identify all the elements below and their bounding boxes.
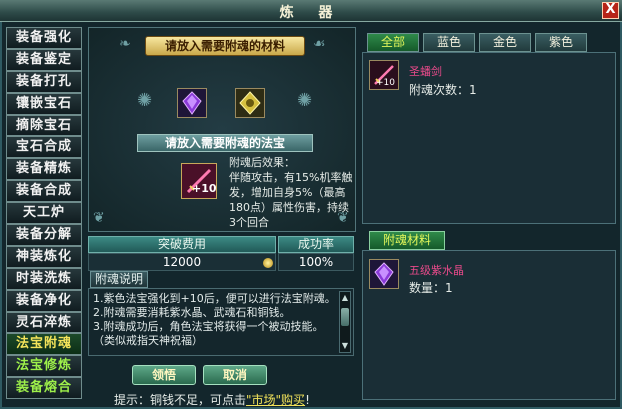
effect-title: 附魂后效果： (229, 156, 295, 169)
cancel-button[interactable]: 取消 (203, 365, 267, 385)
menu-item-stone-temper[interactable]: 灵石淬炼 (6, 311, 82, 334)
corner-ornament-icon: ❦ (337, 210, 349, 226)
menu-item-equip-decompose[interactable]: 装备分解 (6, 224, 82, 246)
cost-value: 12000 (162, 255, 202, 269)
tab-purple[interactable]: 紫色 (535, 33, 587, 52)
description-scrollbar[interactable]: ▲ ▼ (339, 291, 351, 353)
description-line: 3.附魂成功后，角色法宝将获得一个被动技能。（类似戒指天神祝福） (93, 320, 324, 347)
scroll-up-icon[interactable]: ▲ (340, 292, 350, 304)
market-link[interactable]: "市场"购买 (246, 393, 305, 407)
menu-item-treasure-soul[interactable]: 法宝附魂 (6, 333, 82, 356)
soul-stone-icon (236, 89, 264, 117)
enhance-level: +10 (376, 78, 395, 88)
soul-stone-slot[interactable] (235, 88, 265, 118)
close-button[interactable]: X (602, 2, 619, 19)
description-text: 1.紫色法宝强化到+10后，便可以进行法宝附魂。 2.附魂需要消耗紫水晶、武魂石… (93, 292, 339, 348)
description-line: 2.附魂需要消耗紫水晶、武魂石和铜钱。 (93, 306, 291, 319)
treasure-list-panel: +10 圣蟠剑 附魂次数：1 (362, 52, 616, 224)
hint-suffix: ! (305, 393, 310, 407)
purple-crystal-slot[interactable] (177, 88, 207, 118)
treasure-slot[interactable]: +10 (181, 163, 217, 199)
scroll-thumb[interactable] (341, 308, 349, 326)
menu-item-equip-fuse[interactable]: 装备熔合 (6, 377, 82, 400)
menu-item-inlay-gem[interactable]: 镶嵌宝石 (6, 92, 82, 115)
menu-item-gem-combine[interactable]: 宝石合成 (6, 136, 82, 159)
menu-item-treasure-cultivate[interactable]: 法宝修炼 (6, 355, 82, 378)
description-line: 1.紫色法宝强化到+10后，便可以进行法宝附魂。 (93, 292, 336, 305)
menu-item-equip-enhance[interactable]: 装备强化 (6, 27, 82, 49)
gold-coin-icon (263, 258, 273, 268)
enhance-level: +10 (192, 182, 217, 195)
swirl-ornament-icon: ✺ (137, 90, 153, 111)
material-list-panel: 五级紫水晶 数量：1 (362, 250, 616, 400)
menu-item-remove-gem[interactable]: 摘除宝石 (6, 114, 82, 137)
treasure-banner: 请放入需要附魂的法宝 (137, 134, 313, 152)
tab-gold[interactable]: 金色 (479, 33, 531, 52)
effect-text: 伴随攻击，有15%机率触发，增加自身5%（最高180点）属性伤害，持续3个回合 (229, 171, 353, 229)
left-menu: 装备强化 装备鉴定 装备打孔 镶嵌宝石 摘除宝石 宝石合成 装备精炼 装备合成 … (6, 27, 82, 400)
scroll-down-icon[interactable]: ▼ (340, 340, 350, 352)
purple-crystal-icon (370, 260, 398, 288)
menu-item-furnace[interactable]: 天工炉 (6, 202, 82, 225)
soul-material-tab[interactable]: 附魂材料 (369, 231, 445, 250)
material-quantity: 数量：1 (409, 281, 453, 295)
menu-item-equip-purify[interactable]: 装备净化 (6, 289, 82, 312)
rate-header: 成功率 (278, 236, 354, 253)
menu-item-equip-identify[interactable]: 装备鉴定 (6, 48, 82, 71)
hint-text: 提示：铜钱不足，可点击"市场"购买! (114, 391, 310, 408)
treasure-name: 圣蟠剑 (409, 65, 442, 78)
purple-crystal-icon (178, 89, 206, 117)
window-title: 炼 器 (279, 5, 343, 21)
material-name: 五级紫水晶 (409, 264, 464, 277)
menu-item-equip-combine[interactable]: 装备合成 (6, 180, 82, 203)
tab-all[interactable]: 全部 (367, 33, 419, 52)
corner-ornament-icon: ❦ (93, 210, 105, 226)
scroll-ornament-icon: ❧ (119, 36, 131, 52)
material-banner: 请放入需要附魂的材料 (145, 36, 305, 56)
rate-value: 100% (278, 253, 354, 271)
title-bar: 炼 器 X (0, 0, 622, 22)
menu-item-fashion-wash[interactable]: 时装洗炼 (6, 267, 82, 290)
description-box: 1.紫色法宝强化到+10后，便可以进行法宝附魂。 2.附魂需要消耗紫水晶、武魂石… (88, 288, 354, 356)
material-list-item[interactable] (369, 259, 399, 289)
effect-description: 附魂后效果： 伴随攻击，有15%机率触发，增加自身5%（最高180点）属性伤害，… (229, 155, 353, 230)
menu-item-divine-refine[interactable]: 神装炼化 (6, 245, 82, 268)
treasure-list-item[interactable]: +10 (369, 60, 399, 90)
soul-count: 附魂次数：1 (409, 83, 477, 97)
cost-value-cell: 12000 (88, 253, 276, 271)
comprehend-button[interactable]: 领悟 (132, 365, 196, 385)
cost-header: 突破费用 (88, 236, 276, 253)
menu-item-equip-refine[interactable]: 装备精炼 (6, 158, 82, 181)
tab-blue[interactable]: 蓝色 (423, 33, 475, 52)
hint-prefix: 提示：铜钱不足，可点击 (114, 393, 247, 407)
swirl-ornament-icon: ✺ (297, 90, 313, 111)
menu-item-equip-punch[interactable]: 装备打孔 (6, 70, 82, 93)
forge-panel: ❧ ☙ 请放入需要附魂的材料 ✺ ✺ 请放入需要附魂的法宝 +10 附魂后效果：… (88, 27, 356, 232)
scroll-ornament-icon: ☙ (313, 36, 326, 52)
description-tab[interactable]: 附魂说明 (90, 271, 148, 288)
